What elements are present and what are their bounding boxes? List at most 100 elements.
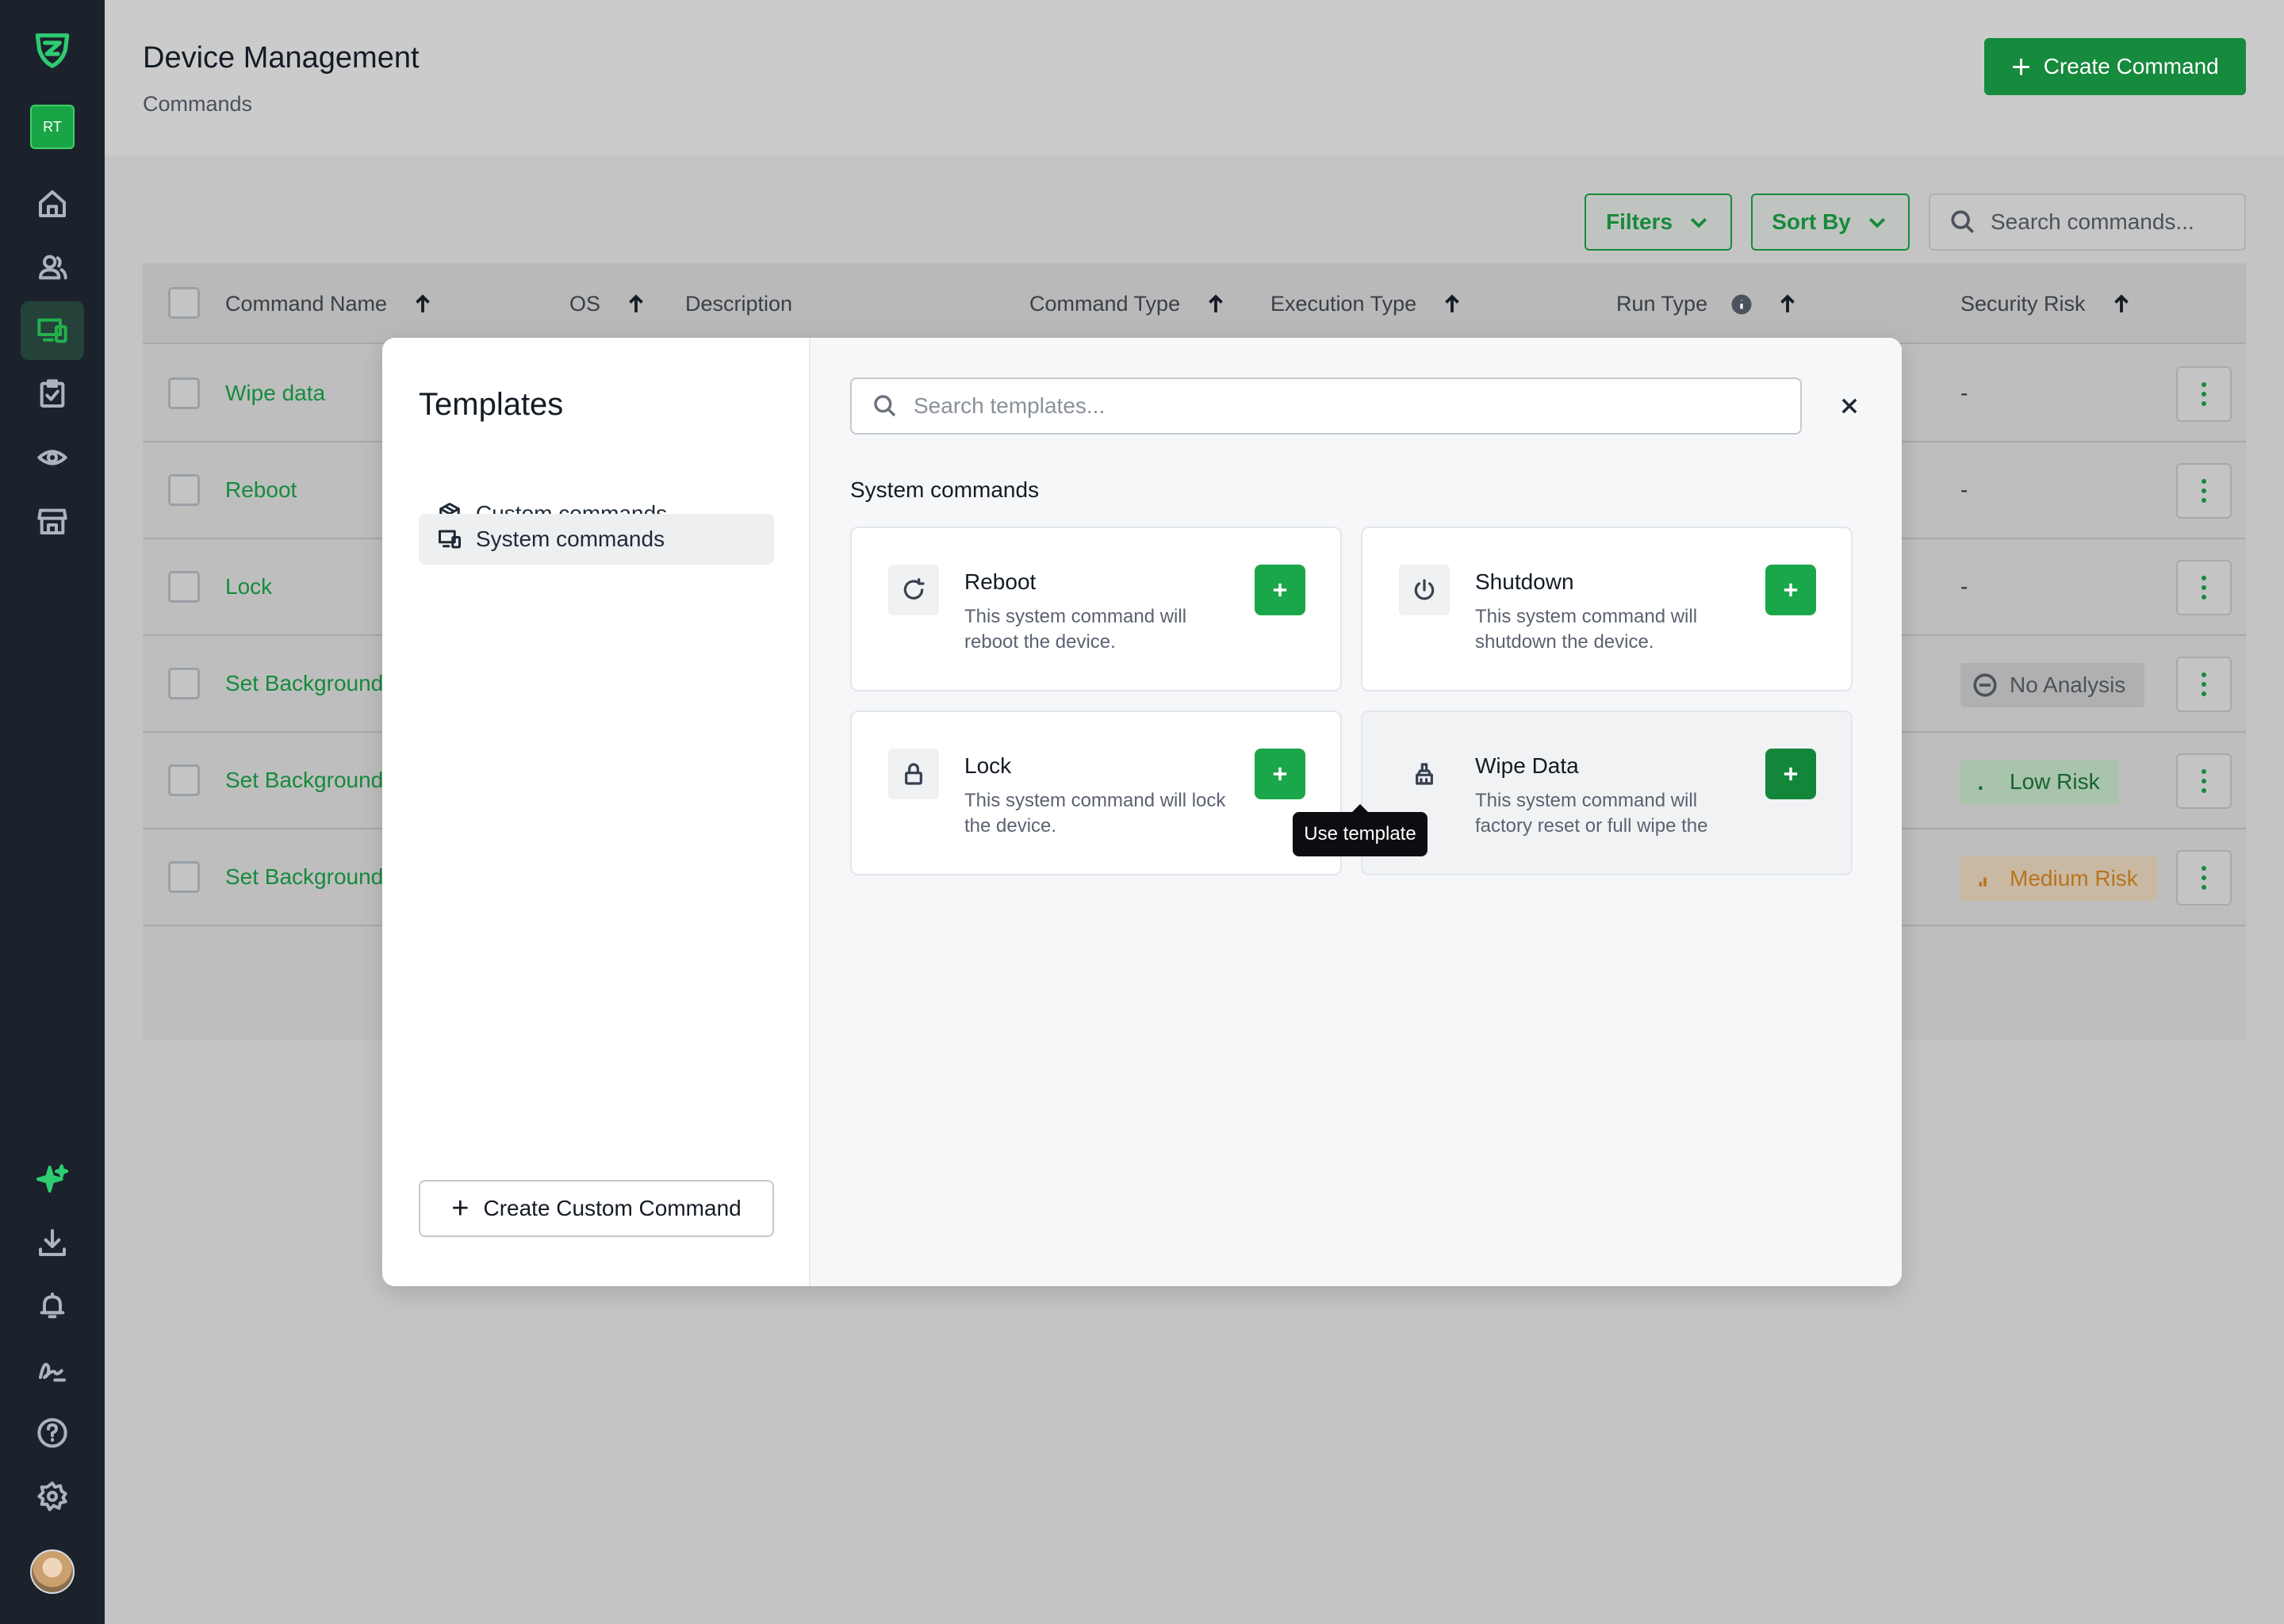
security-risk-value: -	[1960, 381, 1968, 405]
template-card-shutdown[interactable]: Shutdown This system command will shutdo…	[1361, 527, 1853, 691]
card-description: This system command will shutdown the de…	[1475, 606, 1698, 653]
command-name-link[interactable]: Wipe data	[225, 381, 325, 406]
account-badge[interactable]: RT	[30, 105, 75, 149]
table-header: Command Name OS Description Command Type…	[143, 263, 2246, 344]
filters-label: Filters	[1605, 209, 1673, 234]
refresh-icon	[888, 565, 939, 615]
row-actions-button[interactable]	[2176, 753, 2232, 809]
create-custom-command-button[interactable]: + Create Custom Command	[419, 1180, 774, 1237]
devices-icon[interactable]	[21, 301, 84, 360]
filters-button[interactable]: Filters	[1585, 193, 1732, 251]
use-template-button[interactable]	[1765, 749, 1816, 799]
column-label: Run Type	[1616, 292, 1708, 316]
power-icon	[1399, 565, 1450, 615]
row-actions-button[interactable]	[2176, 850, 2232, 906]
shield-logo-icon[interactable]	[21, 19, 84, 78]
row-actions-button[interactable]	[2176, 657, 2232, 712]
command-name-link[interactable]: Set Background	[225, 768, 383, 793]
nav-item-label: System commands	[476, 527, 665, 551]
template-card-lock[interactable]: Lock This system command will lock the d…	[850, 710, 1342, 875]
column-header-command-name[interactable]: Command Name	[225, 292, 435, 316]
column-header-command-type[interactable]: Command Type	[1029, 292, 1228, 316]
command-name-link[interactable]: Set Background	[225, 671, 383, 696]
status-badge: Medium Risk	[1960, 856, 2157, 901]
row-checkbox[interactable]	[168, 474, 200, 506]
templates-modal: Templates Custom commands System command…	[382, 338, 1902, 1286]
arrow-up-icon	[1780, 293, 1795, 312]
eye-icon[interactable]	[21, 428, 84, 487]
create-command-button[interactable]: + Create Command	[1984, 38, 2246, 95]
use-template-button[interactable]	[1255, 565, 1305, 615]
chevron-down-icon	[1690, 217, 1707, 228]
create-custom-command-label: Create Custom Command	[483, 1196, 742, 1220]
plus-icon	[1784, 767, 1798, 781]
plus-icon: +	[451, 1192, 469, 1225]
store-icon[interactable]	[21, 492, 84, 550]
help-icon[interactable]	[21, 1404, 84, 1462]
command-search-input[interactable]	[1991, 209, 2228, 235]
column-label: OS	[569, 292, 601, 316]
settings-icon[interactable]	[21, 1467, 84, 1526]
column-label: Security Risk	[1960, 292, 2086, 316]
template-card-wipe-data[interactable]: Wipe Data This system command will facto…	[1361, 710, 1853, 875]
column-header-run-type[interactable]: Run Type	[1616, 292, 1799, 316]
command-search[interactable]	[1929, 193, 2246, 251]
card-title: Wipe Data	[1475, 753, 1579, 778]
search-icon	[1951, 210, 1975, 234]
use-template-button[interactable]	[1765, 565, 1816, 615]
chevron-down-icon	[1868, 217, 1885, 228]
row-actions-button[interactable]	[2176, 463, 2232, 519]
card-title: Reboot	[964, 569, 1037, 594]
bell-icon[interactable]	[21, 1277, 84, 1335]
column-label: Command Type	[1029, 292, 1181, 316]
row-checkbox[interactable]	[168, 571, 200, 603]
use-template-tooltip: Use template	[1293, 804, 1428, 856]
use-template-button[interactable]	[1255, 749, 1305, 799]
status-badge: No Analysis	[1960, 663, 2145, 707]
close-button[interactable]	[1834, 390, 1865, 422]
command-name-link[interactable]: Set Background	[225, 864, 383, 890]
column-header-execution-type[interactable]: Execution Type	[1270, 292, 1464, 316]
download-icon[interactable]	[21, 1213, 84, 1272]
status-badge-label: Medium Risk	[2010, 866, 2138, 891]
clipboard-check-icon[interactable]	[21, 365, 84, 423]
nav-item-system-commands[interactable]: System commands	[419, 514, 774, 565]
modal-title: Templates	[419, 387, 564, 422]
card-description: This system command will lock the device…	[964, 790, 1226, 837]
section-label: System commands	[850, 477, 1040, 502]
row-checkbox[interactable]	[168, 861, 200, 893]
users-icon[interactable]	[21, 238, 84, 297]
command-name-link[interactable]: Lock	[225, 574, 272, 599]
arrow-up-icon	[1445, 293, 1459, 312]
status-badge-label: Low Risk	[2010, 769, 2100, 794]
template-card-reboot[interactable]: Reboot This system command will reboot t…	[850, 527, 1342, 691]
plus-icon	[1273, 767, 1287, 781]
column-header-security-risk[interactable]: Security Risk	[1960, 292, 2133, 316]
column-header-os[interactable]: OS	[569, 292, 648, 316]
column-header-description: Description	[685, 292, 792, 316]
select-all-checkbox[interactable]	[168, 287, 200, 319]
command-name-link[interactable]: Reboot	[225, 477, 297, 503]
row-checkbox[interactable]	[168, 668, 200, 699]
devices-icon	[439, 530, 461, 549]
card-description: This system command will factory reset o…	[1475, 790, 1708, 837]
home-icon[interactable]	[21, 174, 84, 233]
lock-icon	[888, 749, 939, 799]
status-badge-label: No Analysis	[2010, 672, 2126, 697]
template-search-input[interactable]	[914, 393, 1707, 419]
row-actions-button[interactable]	[2176, 366, 2232, 422]
row-checkbox[interactable]	[168, 764, 200, 796]
signal-medium-icon	[1979, 877, 1987, 887]
column-label: Execution Type	[1270, 292, 1417, 316]
broom-icon	[1399, 749, 1450, 799]
sparkle-icon[interactable]	[21, 1150, 84, 1208]
signature-icon[interactable]	[21, 1340, 84, 1399]
avatar[interactable]	[30, 1549, 75, 1594]
arrow-up-icon	[1209, 293, 1223, 312]
template-search[interactable]	[850, 377, 1802, 435]
row-checkbox[interactable]	[168, 377, 200, 409]
row-actions-button[interactable]	[2176, 560, 2232, 615]
search-icon	[874, 395, 896, 417]
card-title: Lock	[964, 753, 1012, 778]
sort-by-button[interactable]: Sort By	[1751, 193, 1910, 251]
